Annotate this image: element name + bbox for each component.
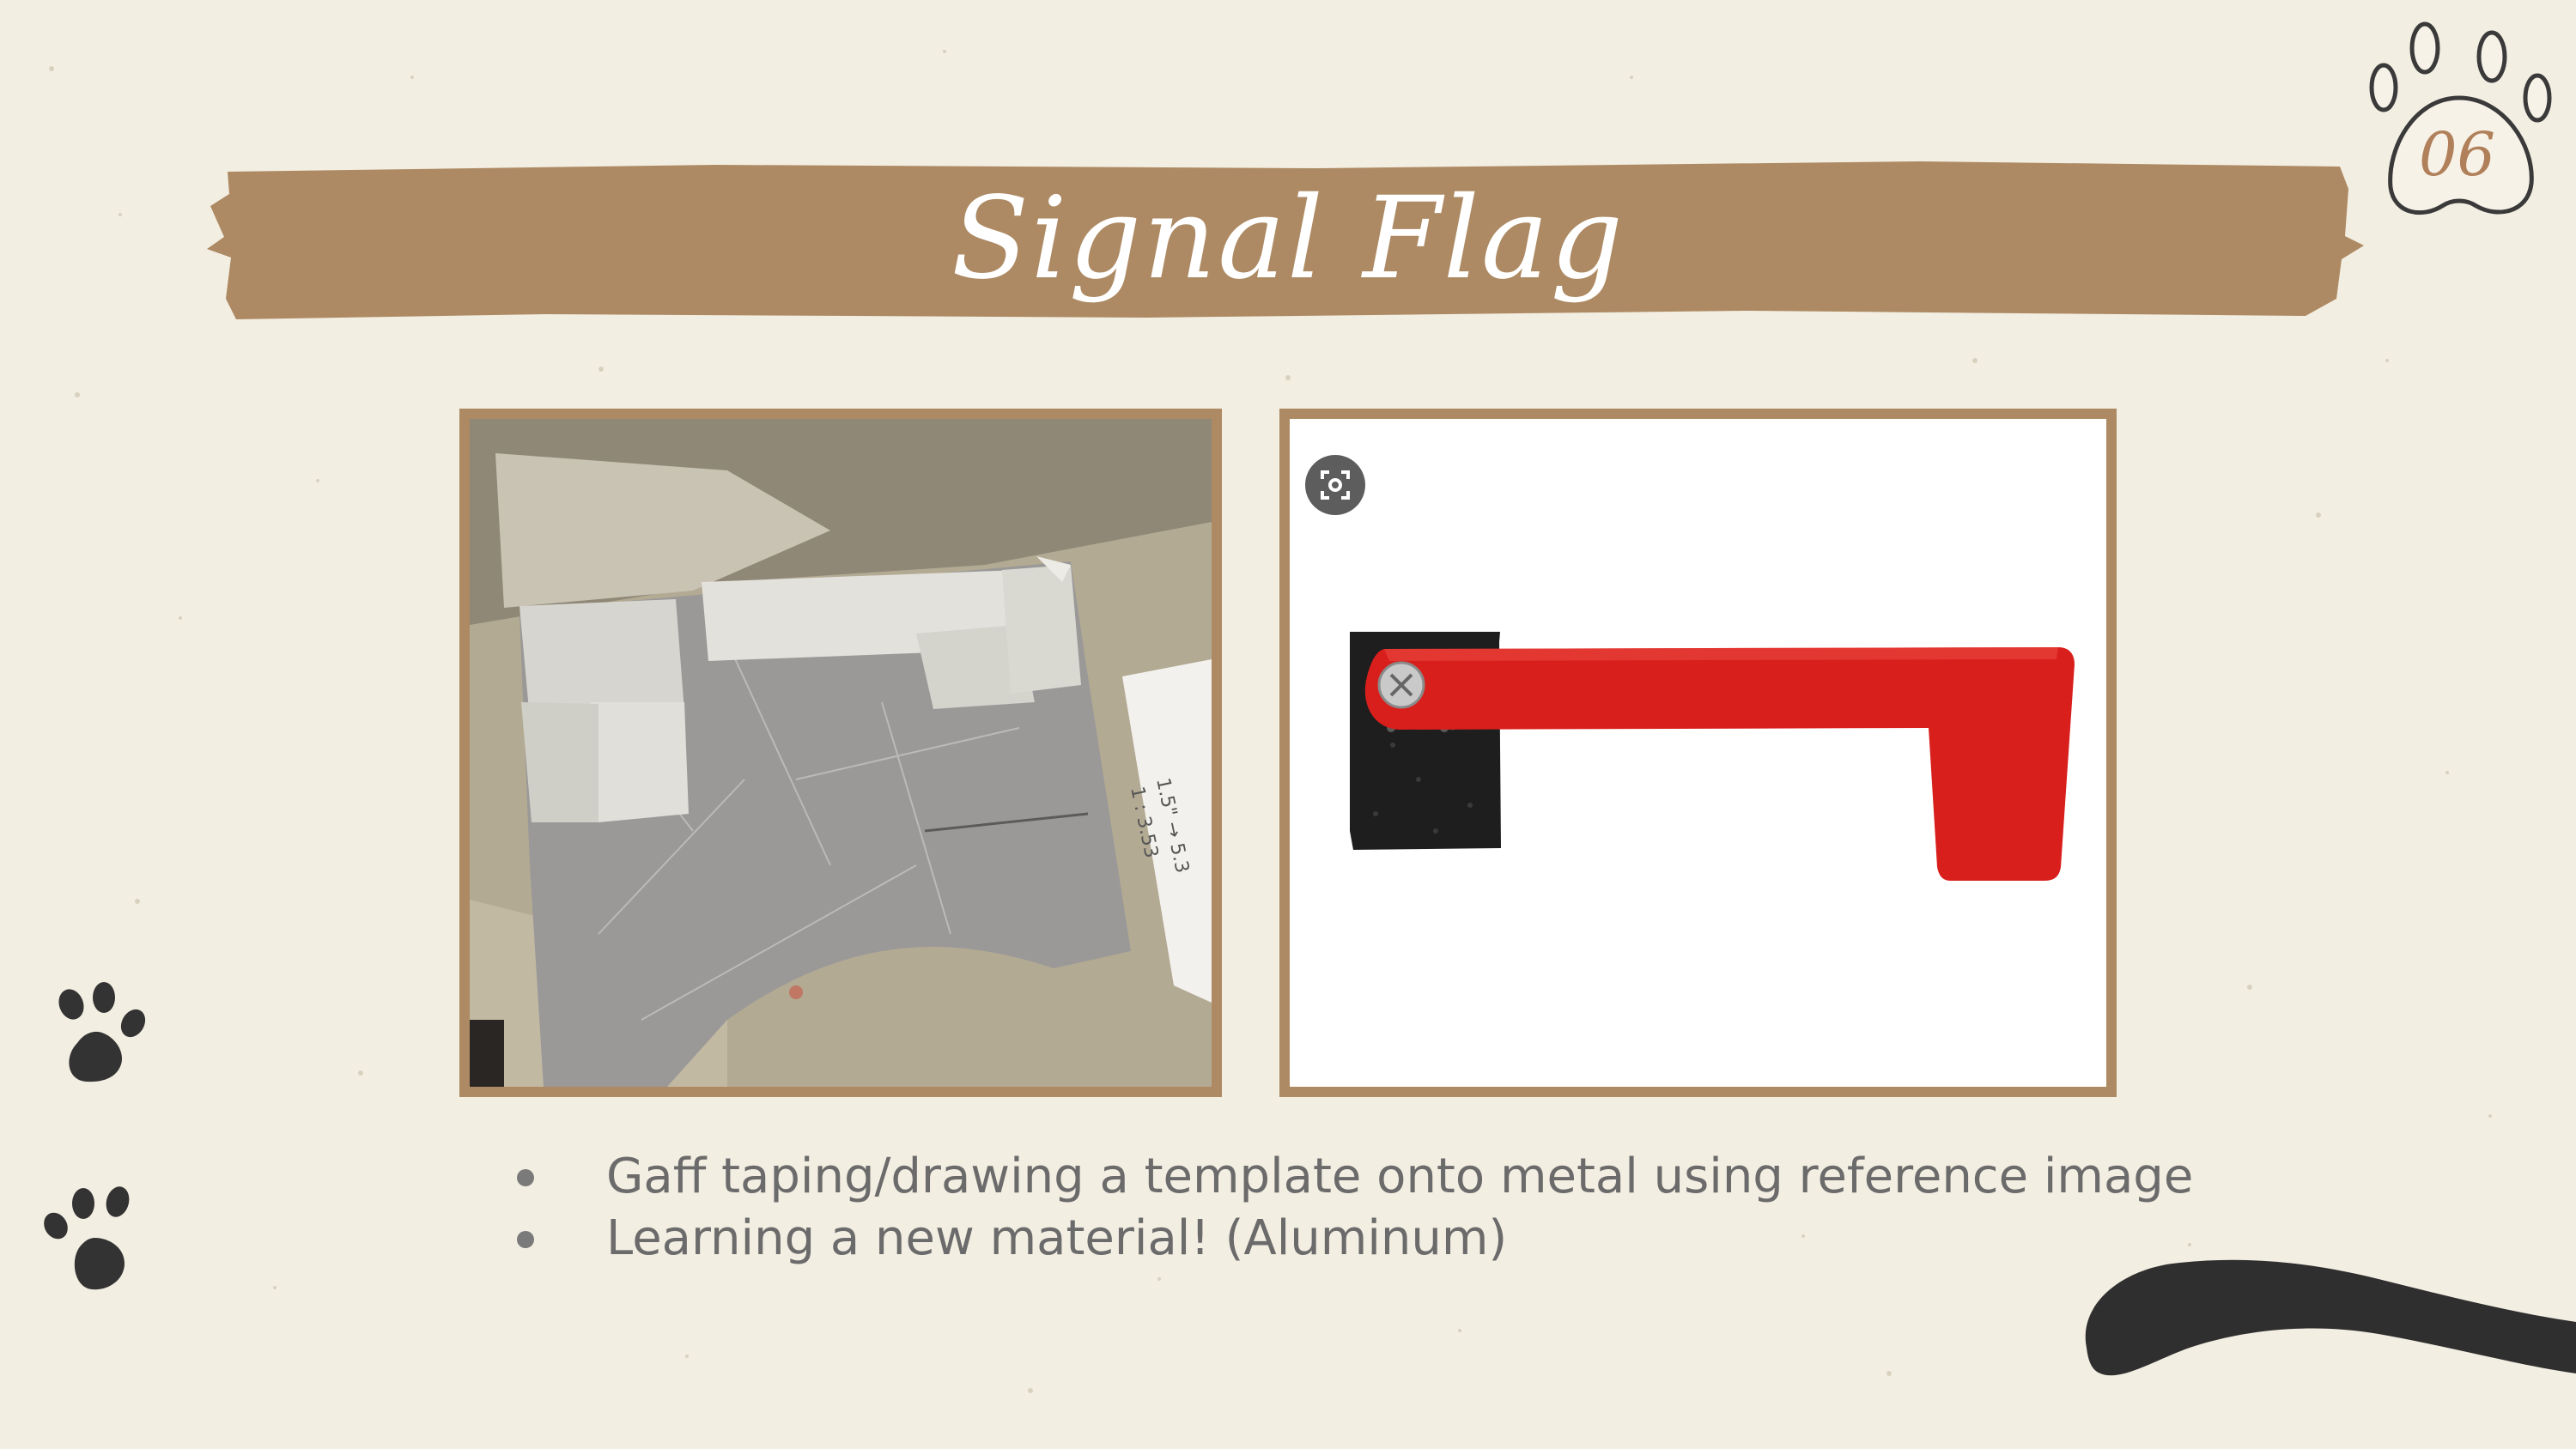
- bullet-text: Gaff taping/drawing a template onto meta…: [606, 1149, 2194, 1204]
- bullet-item: Learning a new material! (Aluminum): [507, 1208, 2193, 1270]
- bullet-item: Gaff taping/drawing a template onto meta…: [507, 1146, 2193, 1208]
- template-photo: 1.5" → 5.3 1 : 3.53: [459, 409, 1222, 1097]
- page-title: Signal Flag: [951, 173, 1625, 305]
- bullet-text: Learning a new material! (Aluminum): [606, 1210, 1508, 1266]
- paw-prints-icon: [58, 982, 146, 1082]
- bullet-list: Gaff taping/drawing a template onto meta…: [507, 1146, 2193, 1270]
- template-photo-image: 1.5" → 5.3 1 : 3.53: [470, 419, 1212, 1087]
- mailbox-flag-image: [1290, 419, 2106, 1087]
- cat-tail-icon: [2085, 1259, 2576, 1376]
- visual-search-icon[interactable]: [1305, 455, 1365, 515]
- bullet-dot: [517, 1169, 534, 1186]
- bullet-dot: [517, 1231, 534, 1248]
- page-number-badge: 06: [2363, 19, 2562, 221]
- slide: Signal Flag 06 1.5" → 5.3 1: 3.53 Gaff …: [0, 0, 2576, 1449]
- title-banner: Signal Flag: [202, 155, 2374, 326]
- reference-image: [1279, 409, 2117, 1097]
- page-number: 06: [2418, 119, 2496, 190]
- paw-prints-icon: [44, 1186, 130, 1290]
